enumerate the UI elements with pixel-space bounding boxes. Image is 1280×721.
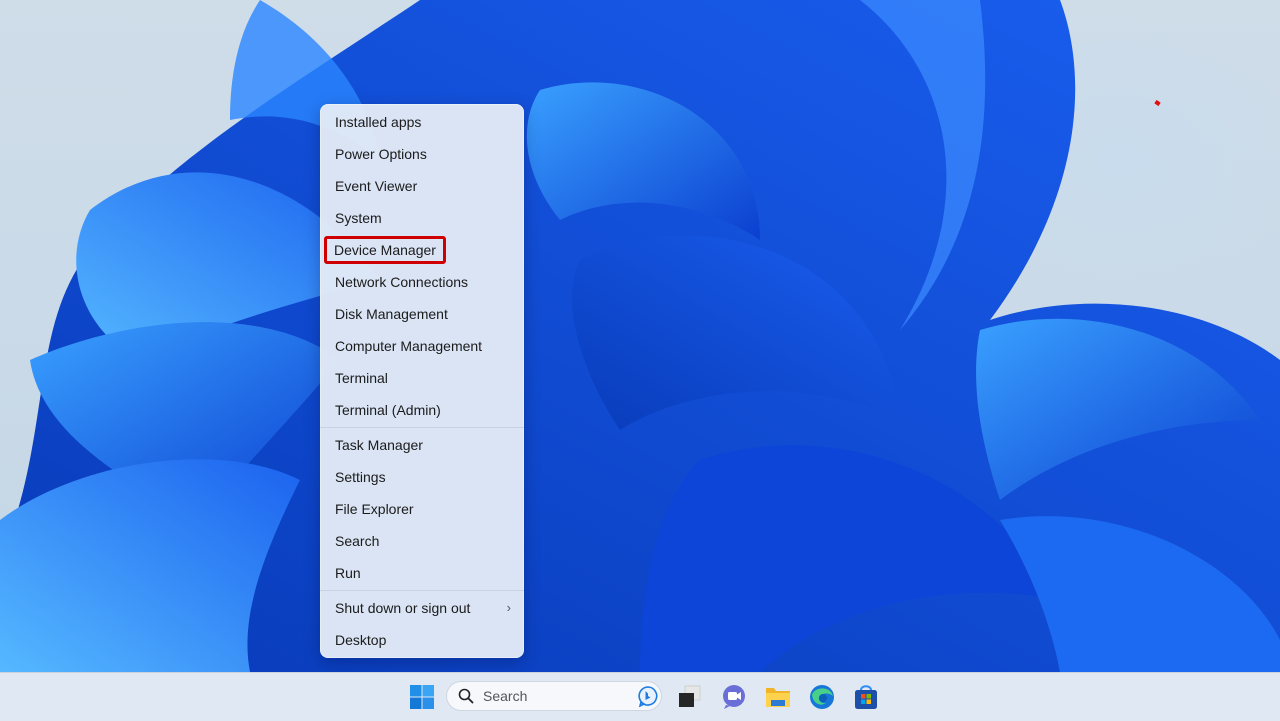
menu-item-desktop[interactable]: Desktop: [335, 629, 386, 651]
microsoft-store-icon[interactable]: [852, 683, 880, 711]
menu-item-device-manager[interactable]: Device Manager: [324, 236, 446, 264]
file-explorer-icon[interactable]: [764, 683, 792, 711]
search-icon: [458, 688, 474, 704]
menu-separator: [320, 590, 524, 591]
taskbar-search-box[interactable]: Search: [446, 681, 662, 711]
menu-item-disk-management[interactable]: Disk Management: [335, 303, 448, 325]
taskbar: Search: [0, 672, 1280, 721]
menu-item-event-viewer[interactable]: Event Viewer: [335, 175, 417, 197]
chevron-right-icon: ›: [506, 600, 511, 615]
menu-item-network-connections[interactable]: Network Connections: [335, 271, 468, 293]
menu-item-task-manager[interactable]: Task Manager: [335, 434, 423, 456]
menu-item-terminal[interactable]: Terminal: [335, 367, 388, 389]
bing-icon[interactable]: [637, 685, 659, 707]
menu-item-terminal-admin[interactable]: Terminal (Admin): [335, 399, 441, 421]
menu-item-search[interactable]: Search: [335, 530, 379, 552]
task-view-icon[interactable]: [676, 683, 704, 711]
menu-item-power-options[interactable]: Power Options: [335, 143, 427, 165]
teams-chat-icon[interactable]: [720, 683, 748, 711]
winx-context-menu: Installed apps Power Options Event Viewe…: [320, 104, 524, 658]
menu-item-run[interactable]: Run: [335, 562, 361, 584]
menu-separator: [320, 427, 524, 428]
search-placeholder: Search: [483, 688, 528, 704]
start-icon[interactable]: [408, 683, 436, 711]
menu-item-system[interactable]: System: [335, 207, 382, 229]
menu-item-installed-apps[interactable]: Installed apps: [335, 111, 421, 133]
bloom-wallpaper-graphic: [0, 0, 1280, 672]
menu-item-label: Shut down or sign out: [335, 600, 471, 616]
menu-item-settings[interactable]: Settings: [335, 466, 386, 488]
menu-item-computer-management[interactable]: Computer Management: [335, 335, 482, 357]
edge-icon[interactable]: [808, 683, 836, 711]
desktop-wallpaper: [0, 0, 1280, 672]
menu-item-shut-down-or-sign-out[interactable]: Shut down or sign out ›: [335, 597, 511, 619]
menu-item-file-explorer[interactable]: File Explorer: [335, 498, 414, 520]
